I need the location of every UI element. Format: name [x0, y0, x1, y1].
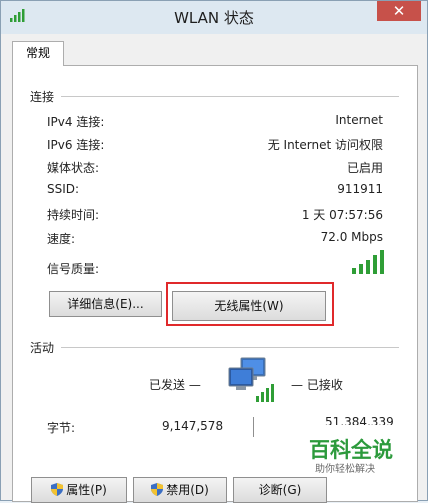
wlan-status-dialog: WLAN 状态 ✕ 常规 连接 IPv4 连接: Internet IPv6 连… [0, 0, 428, 503]
duration-label: 持续时间: [47, 208, 100, 222]
ssid-label: SSID: [47, 182, 80, 196]
ssid-value: 911911 [337, 182, 383, 196]
disable-button[interactable]: 禁用(D) [133, 477, 227, 503]
bytes-sent-value: 9,147,578 [162, 419, 224, 433]
tab-general[interactable]: 常规 [12, 41, 64, 66]
title-bar: WLAN 状态 ✕ [1, 1, 427, 34]
shield-icon [51, 483, 64, 496]
disable-label: 禁用(D) [166, 483, 209, 497]
close-icon: ✕ [392, 2, 406, 20]
ipv4-value: Internet [335, 113, 383, 127]
activity-section-label: 活动 [30, 341, 55, 355]
section-divider [61, 96, 399, 97]
signal-quality-icon [352, 250, 384, 274]
speed-label: 速度: [47, 232, 76, 246]
ipv6-value: 无 Internet 访问权限 [267, 138, 383, 152]
sent-label: 已发送 — [149, 378, 201, 392]
window-title: WLAN 状态 [174, 9, 254, 27]
activity-divider [253, 417, 254, 437]
watermark-subtitle: 助你轻松解决 [315, 464, 375, 475]
bytes-label: 字节: [47, 421, 76, 435]
connection-section-label: 连接 [30, 90, 55, 104]
properties-label: 属性(P) [66, 483, 107, 497]
section-divider [61, 347, 399, 348]
close-button[interactable]: ✕ [377, 1, 421, 21]
shield-icon [151, 483, 164, 496]
signal-quality-label: 信号质量: [47, 262, 100, 276]
duration-value: 1 天 07:57:56 [301, 208, 383, 222]
properties-button[interactable]: 属性(P) [31, 477, 127, 503]
ipv4-label: IPv4 连接: [47, 115, 105, 129]
details-button[interactable]: 详细信息(E)... [49, 291, 162, 317]
highlight-box [166, 282, 334, 326]
speed-value: 72.0 Mbps [320, 230, 383, 244]
network-computers-icon [228, 357, 274, 402]
diagnose-button[interactable]: 诊断(G) [233, 477, 327, 503]
media-state-label: 媒体状态: [47, 161, 100, 175]
ipv6-label: IPv6 连接: [47, 138, 105, 152]
media-state-value: 已启用 [346, 161, 383, 175]
bytes-received-value: 51,384,339 [325, 415, 394, 425]
received-label: — 已接收 [291, 378, 343, 392]
